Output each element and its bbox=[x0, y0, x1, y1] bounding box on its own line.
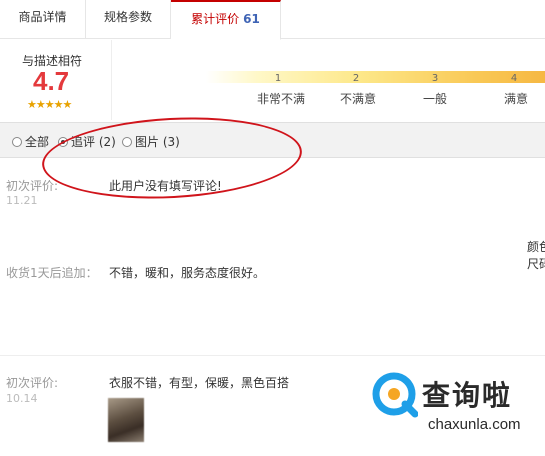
tab-label: 规格参数 bbox=[103, 10, 152, 24]
scale-label: 不满意 bbox=[340, 92, 377, 106]
tab-reviews[interactable]: 累计评价 61 bbox=[171, 0, 281, 40]
rating-gradient-bar bbox=[206, 71, 545, 83]
filter-all[interactable]: 全部 bbox=[12, 133, 49, 150]
sku-color-label: 颜色 bbox=[527, 240, 545, 254]
first-review-text: 衣服不错，有型，保暖，黑色百搭 bbox=[109, 376, 290, 390]
scale-label: 非常不满 bbox=[257, 92, 306, 106]
scale-tick: 1 bbox=[274, 73, 282, 84]
scale-tick: 4 bbox=[510, 73, 518, 84]
rating-scale: 1 2 3 4 非常不满 不满意 一般 满意 bbox=[200, 40, 545, 120]
first-review-label: 初次评价: bbox=[6, 376, 59, 390]
tab-product-details[interactable]: 商品详情 bbox=[0, 0, 86, 39]
first-review-date: 11.21 bbox=[6, 194, 38, 207]
review-photo-thumbnail[interactable] bbox=[108, 398, 144, 442]
first-review-date: 10.14 bbox=[6, 392, 38, 405]
rating-summary: 与描述相符 4.7 ★★★★★ bbox=[0, 40, 112, 120]
tab-label: 累计评价 bbox=[191, 12, 240, 26]
follow-up-label: 收货1天后追加： bbox=[6, 266, 98, 280]
radio-button[interactable] bbox=[12, 137, 22, 147]
tab-label: 商品详情 bbox=[18, 10, 67, 24]
follow-up-text: 不错，暖和，服务态度很好。 bbox=[109, 266, 266, 280]
first-review-label: 初次评价: bbox=[6, 179, 59, 193]
filter-label: 全部 bbox=[25, 135, 50, 149]
sku-size-label: 尺码 bbox=[527, 257, 545, 271]
tab-specifications[interactable]: 规格参数 bbox=[86, 0, 171, 39]
scale-label: 一般 bbox=[423, 92, 448, 106]
rating-score: 4.7 bbox=[33, 66, 70, 96]
scale-label: 满意 bbox=[504, 92, 529, 106]
rating-stars: ★★★★★ bbox=[27, 98, 72, 111]
first-review-text: 此用户没有填写评论! bbox=[109, 179, 222, 193]
watermark-text: 查询啦 bbox=[422, 379, 513, 412]
watermark-url: chaxunla.com bbox=[428, 416, 521, 433]
scale-tick: 3 bbox=[431, 73, 439, 84]
chaxunla-logo-icon bbox=[372, 372, 418, 418]
scale-tick: 2 bbox=[352, 73, 360, 84]
tab-bar: 商品详情 规格参数 累计评价 61 bbox=[0, 0, 545, 40]
review-divider bbox=[0, 355, 545, 356]
review-count: 61 bbox=[243, 12, 260, 26]
